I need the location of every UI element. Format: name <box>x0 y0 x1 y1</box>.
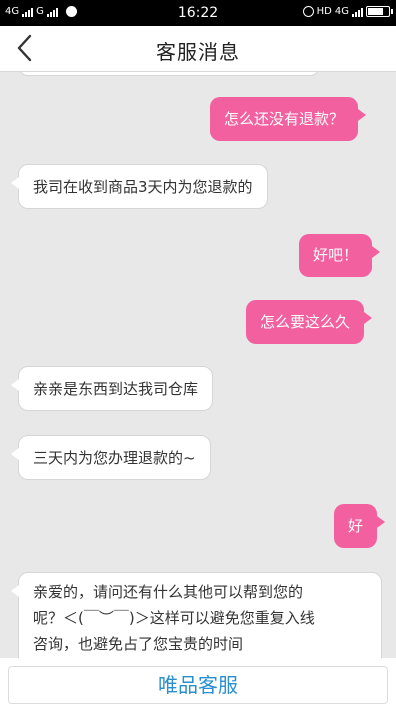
message-text: 怎么还没有退款？ <box>224 110 345 128</box>
message-text: 三天内为您办理退款的~ <box>33 449 196 467</box>
signal-icon-3 <box>352 7 363 17</box>
alarm-icon <box>302 6 314 17</box>
message-bubble-incoming: 三天内为您办理退款的~ <box>11 435 211 480</box>
message-bubble-outgoing: 怎么要这么久 <box>246 300 373 344</box>
message-bubble-outgoing: 好 <box>334 504 386 548</box>
status-right: HD 4G <box>302 6 393 17</box>
battery-icon <box>366 6 393 17</box>
message-text: 我司在收到商品3天内为您退款的 <box>33 178 253 196</box>
message-bubble-incoming-long: 亲爱的，请问还有什么其他可以帮到您的 呢？＜(￣︶￣)＞这样可以避免您重复入线 … <box>11 572 382 658</box>
message-line: 咨询，也避免占了您宝贵的时间 <box>33 635 244 653</box>
bottom-bar: 唯品客服 <box>0 658 396 707</box>
message-bubble-outgoing: 怎么还没有退款？ <box>210 97 367 141</box>
message-list[interactable]: 怎么还没有退款？ 我司在收到商品3天内为您退款的 好吧！ 怎么要这么久 亲亲是东… <box>0 72 396 658</box>
chat-header: 客服消息 <box>0 26 396 72</box>
message-line: 亲爱的，请问还有什么其他可以帮到您的 <box>33 583 304 601</box>
message-text: 好吧！ <box>313 246 359 264</box>
page-title: 客服消息 <box>156 40 240 64</box>
message-bubble-outgoing: 好吧！ <box>299 234 381 277</box>
status-bar: 4G G 16:22 HD 4G <box>0 0 396 26</box>
message-bubble-previous <box>18 72 320 76</box>
message-text: 怎么要这么久 <box>260 313 351 331</box>
network-type-3: 4G <box>334 6 349 17</box>
customer-service-button[interactable]: 唯品客服 <box>8 666 388 704</box>
hd-label: HD <box>316 6 332 17</box>
message-text: 好 <box>348 517 364 535</box>
message-bubble-incoming: 亲亲是东西到达我司仓库 <box>10 366 214 411</box>
message-text: 亲亲是东西到达我司仓库 <box>33 380 199 398</box>
message-line: 呢？＜(￣︶￣)＞这样可以避免您重复入线 <box>33 609 315 627</box>
message-bubble-incoming: 我司在收到商品3天内为您退款的 <box>11 164 268 209</box>
